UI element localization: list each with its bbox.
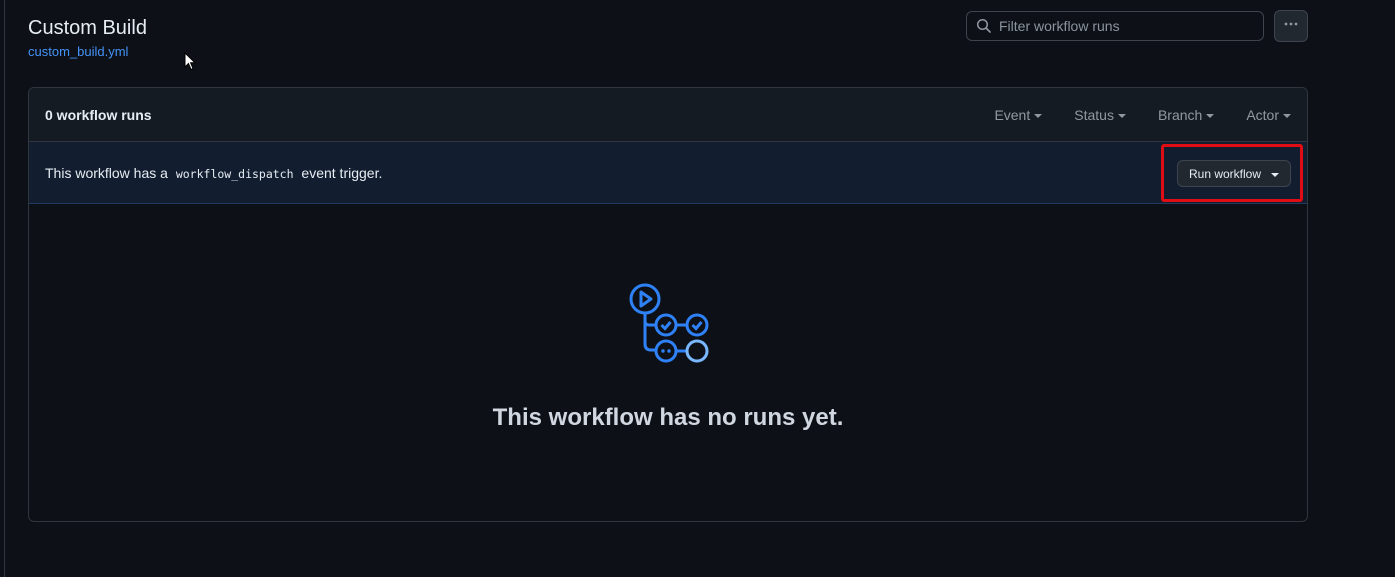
runs-header: 0 workflow runs Event Status Branch Acto…	[29, 88, 1307, 142]
workflow-dispatch-banner: This workflow has a workflow_dispatch ev…	[29, 142, 1307, 204]
run-filters: Event Status Branch Actor	[994, 107, 1291, 123]
filter-runs-search[interactable]	[966, 11, 1264, 41]
workflow-runs-panel: 0 workflow runs Event Status Branch Acto…	[28, 87, 1308, 522]
kebab-horizontal-icon	[1283, 16, 1299, 37]
workflow-file-link[interactable]: custom_build.yml	[28, 44, 128, 59]
run-workflow-label: Run workflow	[1188, 166, 1262, 181]
search-icon	[976, 18, 992, 34]
more-options-button[interactable]	[1274, 10, 1308, 42]
workflow-header: Custom Build custom_build.yml	[28, 14, 147, 61]
search-input[interactable]	[999, 18, 1263, 34]
chevron-down-icon	[1271, 172, 1280, 177]
filter-branch-label: Branch	[1157, 106, 1203, 123]
filter-status-label: Status	[1074, 106, 1114, 123]
filter-event[interactable]: Event	[994, 106, 1043, 123]
empty-state-message: This workflow has no runs yet.	[492, 404, 844, 431]
run-workflow-button[interactable]: Run workflow	[1177, 160, 1291, 187]
page-title: Custom Build	[28, 17, 147, 39]
chevron-down-icon	[1034, 113, 1043, 118]
filter-event-label: Event	[994, 106, 1031, 123]
chevron-down-icon	[1206, 113, 1215, 118]
dispatch-prefix: This workflow has a	[45, 164, 168, 181]
cursor-icon	[184, 51, 197, 76]
dispatch-suffix: event trigger.	[301, 164, 383, 181]
dispatch-event-code: workflow_dispatch	[175, 166, 294, 181]
left-border	[4, 0, 5, 577]
filter-status[interactable]: Status	[1074, 107, 1126, 123]
workflow-graph-icon	[625, 282, 711, 364]
chevron-down-icon	[1117, 113, 1126, 118]
filter-actor-label: Actor	[1246, 106, 1279, 123]
chevron-down-icon	[1283, 113, 1291, 118]
empty-state: This workflow has no runs yet.	[29, 204, 1307, 521]
filter-branch[interactable]: Branch	[1157, 106, 1215, 123]
dispatch-message: This workflow has a workflow_dispatch ev…	[45, 165, 1291, 181]
filter-actor[interactable]: Actor	[1246, 107, 1291, 123]
workflow-run-count: 0 workflow runs	[45, 106, 152, 123]
